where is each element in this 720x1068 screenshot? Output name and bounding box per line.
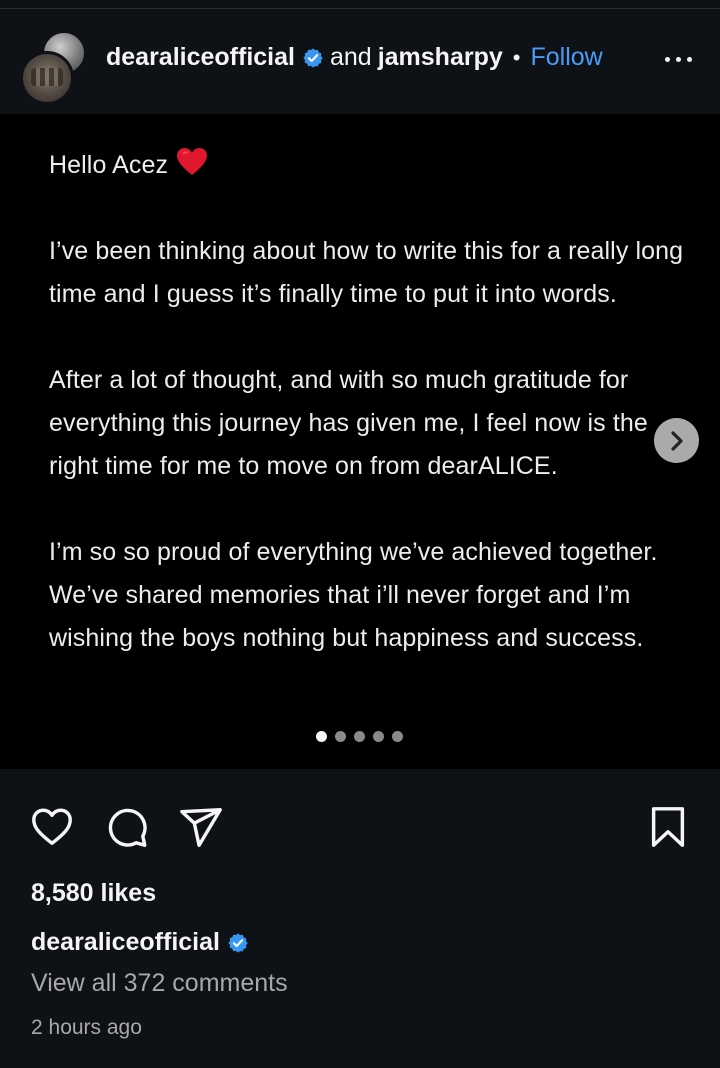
carousel-dot: [316, 731, 327, 742]
carousel-indicator: [316, 731, 403, 742]
greeting-text: Hello Acez: [49, 151, 169, 179]
bookmark-icon[interactable]: [645, 804, 691, 850]
carousel-dot: [373, 731, 384, 742]
post-carousel[interactable]: Hello Acez I’ve been thinking about how …: [0, 114, 720, 769]
more-options-icon[interactable]: [665, 57, 692, 62]
secondary-username-link[interactable]: jamsharpy: [378, 43, 503, 72]
carousel-next-button[interactable]: [654, 418, 699, 463]
follow-button[interactable]: Follow: [530, 43, 602, 72]
avatar-primary[interactable]: [20, 51, 74, 105]
carousel-dot: [335, 731, 346, 742]
red-heart-emoji-icon: [177, 148, 208, 175]
heart-outline-icon[interactable]: [29, 804, 75, 850]
caption-username-link[interactable]: dearaliceofficial: [31, 928, 220, 957]
and-connector: and: [329, 43, 372, 71]
action-bar: [0, 769, 720, 879]
note-greeting: Hello Acez: [49, 144, 699, 187]
verified-badge-icon: [228, 932, 248, 953]
note-paragraph-1: I’ve been thinking about how to write th…: [49, 237, 684, 308]
post-header: dearaliceofficial and jamsharpy • Follow: [0, 9, 720, 114]
verified-badge-icon: [303, 47, 323, 68]
likes-count[interactable]: 8,580 likes: [31, 879, 156, 908]
note-paragraph-3: I’m so so proud of everything we’ve achi…: [49, 538, 658, 652]
post-note-text: Hello Acez I’ve been thinking about how …: [49, 144, 699, 703]
header-usernames: dearaliceofficial and jamsharpy • Follow: [106, 43, 603, 72]
carousel-dot: [354, 731, 365, 742]
post-timestamp: 2 hours ago: [31, 1016, 142, 1039]
carousel-dot: [392, 731, 403, 742]
paper-plane-icon[interactable]: [178, 804, 224, 850]
collab-avatars[interactable]: [20, 31, 86, 105]
view-all-comments-link[interactable]: View all 372 comments: [31, 969, 288, 998]
chevron-right-icon: [670, 430, 683, 451]
header-separator: •: [512, 44, 521, 70]
caption-author: dearaliceofficial: [31, 928, 255, 957]
primary-username-link[interactable]: dearaliceofficial: [106, 43, 295, 72]
note-paragraph-2: After a lot of thought, and with so much…: [49, 366, 648, 480]
top-divider: [0, 0, 720, 9]
comment-bubble-icon[interactable]: [104, 804, 150, 850]
